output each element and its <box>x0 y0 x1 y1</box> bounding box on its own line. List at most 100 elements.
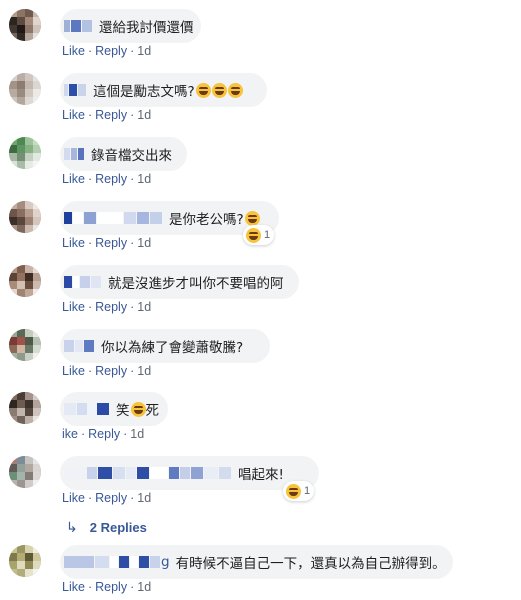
commenter-name[interactable] <box>64 466 232 480</box>
timestamp[interactable]: 1d <box>137 580 151 594</box>
comment-text: 有時候不逼自己一下，還真以為自己辦得到。 <box>175 556 446 572</box>
commenter-name[interactable] <box>64 339 95 353</box>
comment-bubble: 還給我討價還價 <box>60 9 201 43</box>
comment-bubble: 這個是勵志文嗎? <box>60 73 267 107</box>
reaction-badge[interactable]: 1 <box>243 225 275 245</box>
timestamp[interactable]: 1d <box>137 300 151 314</box>
avatar[interactable] <box>9 201 41 233</box>
timestamp[interactable]: 1d <box>137 44 151 58</box>
view-replies-link[interactable]: ↳ 2 Replies <box>66 519 147 536</box>
comment-text: 這個是勵志文嗎? <box>93 80 243 100</box>
timestamp[interactable]: 1d <box>130 427 144 441</box>
avatar[interactable] <box>9 265 41 297</box>
comment-actions: Like · Reply · 1d <box>62 44 151 58</box>
avatar[interactable] <box>9 456 41 488</box>
separator: · <box>87 44 93 58</box>
commenter-name[interactable] <box>64 402 110 416</box>
reply-link[interactable]: Reply <box>95 364 127 378</box>
commenter-name[interactable] <box>64 147 85 161</box>
like-link[interactable]: Like <box>62 364 85 378</box>
timestamp[interactable]: 1d <box>137 491 151 505</box>
separator: · <box>123 427 128 441</box>
separator: · <box>87 108 93 122</box>
like-link[interactable]: Like <box>62 300 85 314</box>
timestamp[interactable]: 1d <box>137 236 151 250</box>
comment-text: 還給我討價還價 <box>99 20 194 36</box>
reaction-count: 1 <box>304 485 311 497</box>
reply-link[interactable]: Reply <box>95 236 127 250</box>
separator: · <box>130 300 135 314</box>
separator: · <box>87 580 93 594</box>
reply-link[interactable]: Reply <box>95 172 127 186</box>
commenter-name[interactable] <box>64 275 102 289</box>
separator: · <box>130 44 135 58</box>
comment-actions: Like · Reply · 1d <box>62 580 151 594</box>
grinning-emoji-icon <box>130 402 146 417</box>
like-link[interactable]: Like <box>62 172 85 186</box>
timestamp[interactable]: 1d <box>137 364 151 378</box>
like-link[interactable]: ike <box>62 427 78 441</box>
separator: · <box>87 236 93 250</box>
like-link[interactable]: Like <box>62 108 85 122</box>
avatar[interactable] <box>9 545 41 577</box>
comment-actions: Like · Reply · 1d <box>62 300 151 314</box>
comment-bubble: 錄音檔交出來 <box>60 137 187 171</box>
separator: · <box>130 491 135 505</box>
comment-actions: ike · Reply · 1d <box>62 427 144 441</box>
reply-link[interactable]: Reply <box>88 427 120 441</box>
reply-link[interactable]: Reply <box>95 491 127 505</box>
comment-text: 是你老公嗎? <box>169 208 260 228</box>
grinning-emoji-icon <box>244 211 260 226</box>
separator: · <box>87 491 93 505</box>
separator: · <box>87 300 93 314</box>
avatar[interactable] <box>9 9 41 41</box>
rofl-emoji-icon <box>195 83 211 98</box>
reply-link[interactable]: Reply <box>95 44 127 58</box>
avatar[interactable] <box>9 137 41 169</box>
commenter-name[interactable] <box>64 83 87 97</box>
commenter-name[interactable]: g <box>64 554 170 570</box>
comment-bubble: 你以為練了會變蕭敬騰? <box>60 329 270 363</box>
reply-link[interactable]: Reply <box>95 108 127 122</box>
comment-actions: Like · Reply · 1d <box>62 491 151 505</box>
timestamp[interactable]: 1d <box>137 172 151 186</box>
separator: · <box>130 236 135 250</box>
reply-link[interactable]: Reply <box>95 580 127 594</box>
comment-actions: Like · Reply · 1d <box>62 364 151 378</box>
timestamp[interactable]: 1d <box>137 108 151 122</box>
avatar[interactable] <box>9 392 41 424</box>
haha-reaction-icon <box>246 227 261 243</box>
replies-count-label: 2 Replies <box>89 520 147 535</box>
reaction-count: 1 <box>264 229 271 241</box>
separator: · <box>87 364 93 378</box>
comment-actions: Like · Reply · 1d <box>62 108 151 122</box>
separator: · <box>80 427 86 441</box>
comment-text: 笑死 <box>116 402 159 419</box>
comment-actions: Like · Reply · 1d <box>62 172 151 186</box>
rofl-emoji-icon <box>227 83 243 98</box>
separator: · <box>130 580 135 594</box>
like-link[interactable]: Like <box>62 236 85 250</box>
separator: · <box>130 108 135 122</box>
rofl-emoji-icon <box>211 83 227 98</box>
like-link[interactable]: Like <box>62 491 85 505</box>
comment-text: 錄音檔交出來 <box>91 148 172 164</box>
separator: · <box>87 172 93 186</box>
comment-bubble: 就是沒進步才叫你不要唱的阿 <box>60 265 299 299</box>
separator: · <box>130 364 135 378</box>
avatar[interactable] <box>9 329 41 361</box>
haha-reaction-icon <box>286 483 301 499</box>
comment-text: 就是沒進步才叫你不要唱的阿 <box>108 276 284 292</box>
reply-link[interactable]: Reply <box>95 300 127 314</box>
avatar[interactable] <box>9 73 41 105</box>
reaction-badge[interactable]: 1 <box>283 481 315 501</box>
commenter-name[interactable] <box>64 211 163 225</box>
commenter-name[interactable] <box>64 19 93 33</box>
comment-text: 唱起來! <box>238 467 284 483</box>
like-link[interactable]: Like <box>62 580 85 594</box>
comment-text: 你以為練了會變蕭敬騰? <box>101 340 244 356</box>
comment-actions: Like · Reply · 1d <box>62 236 151 250</box>
comment-bubble: 笑死 <box>60 392 168 426</box>
like-link[interactable]: Like <box>62 44 85 58</box>
reply-arrow-icon: ↳ <box>66 519 78 535</box>
